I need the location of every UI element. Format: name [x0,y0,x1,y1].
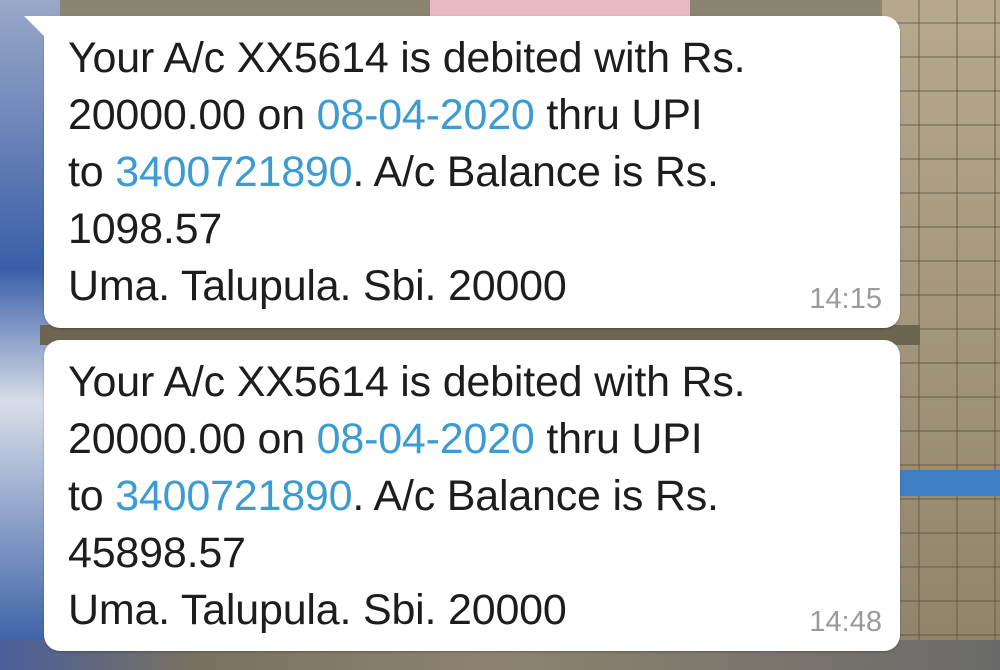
phone-number-link[interactable]: 3400721890 [115,148,352,196]
phone-number-link[interactable]: 3400721890 [115,472,352,520]
date-link[interactable]: 08-04-2020 [317,415,535,463]
message-note: Uma. Talupula. Sbi. 20000 [68,586,567,634]
message-timestamp: 14:15 [809,283,882,315]
message-line: to [68,148,116,196]
message-text: Your A/c XX5614 is debited with Rs. 2000… [68,30,876,315]
message-line: Your A/c XX5614 is debited with Rs. [68,358,746,406]
message-amount: 20000.00 on [68,91,317,139]
message-note: Uma. Talupula. Sbi. 20000 [68,262,567,310]
message-list: Your A/c XX5614 is debited with Rs. 2000… [0,0,1000,670]
message-line: . A/c Balance is Rs. [352,148,719,196]
balance-amount: 1098.57 [68,205,223,253]
date-link[interactable]: 08-04-2020 [317,91,535,139]
message-line: Your A/c XX5614 is debited with Rs. [68,34,746,82]
message-text: Your A/c XX5614 is debited with Rs. 2000… [68,354,876,639]
message-line: . A/c Balance is Rs. [352,472,719,520]
message-line: thru UPI [534,91,703,139]
message-bubble[interactable]: Your A/c XX5614 is debited with Rs. 2000… [44,340,900,651]
message-line: to [68,472,116,520]
message-bubble[interactable]: Your A/c XX5614 is debited with Rs. 2000… [24,16,900,328]
message-timestamp: 14:48 [809,606,882,638]
message-amount: 20000.00 on [68,415,317,463]
balance-amount: 45898.57 [68,529,246,577]
message-line: thru UPI [534,415,703,463]
